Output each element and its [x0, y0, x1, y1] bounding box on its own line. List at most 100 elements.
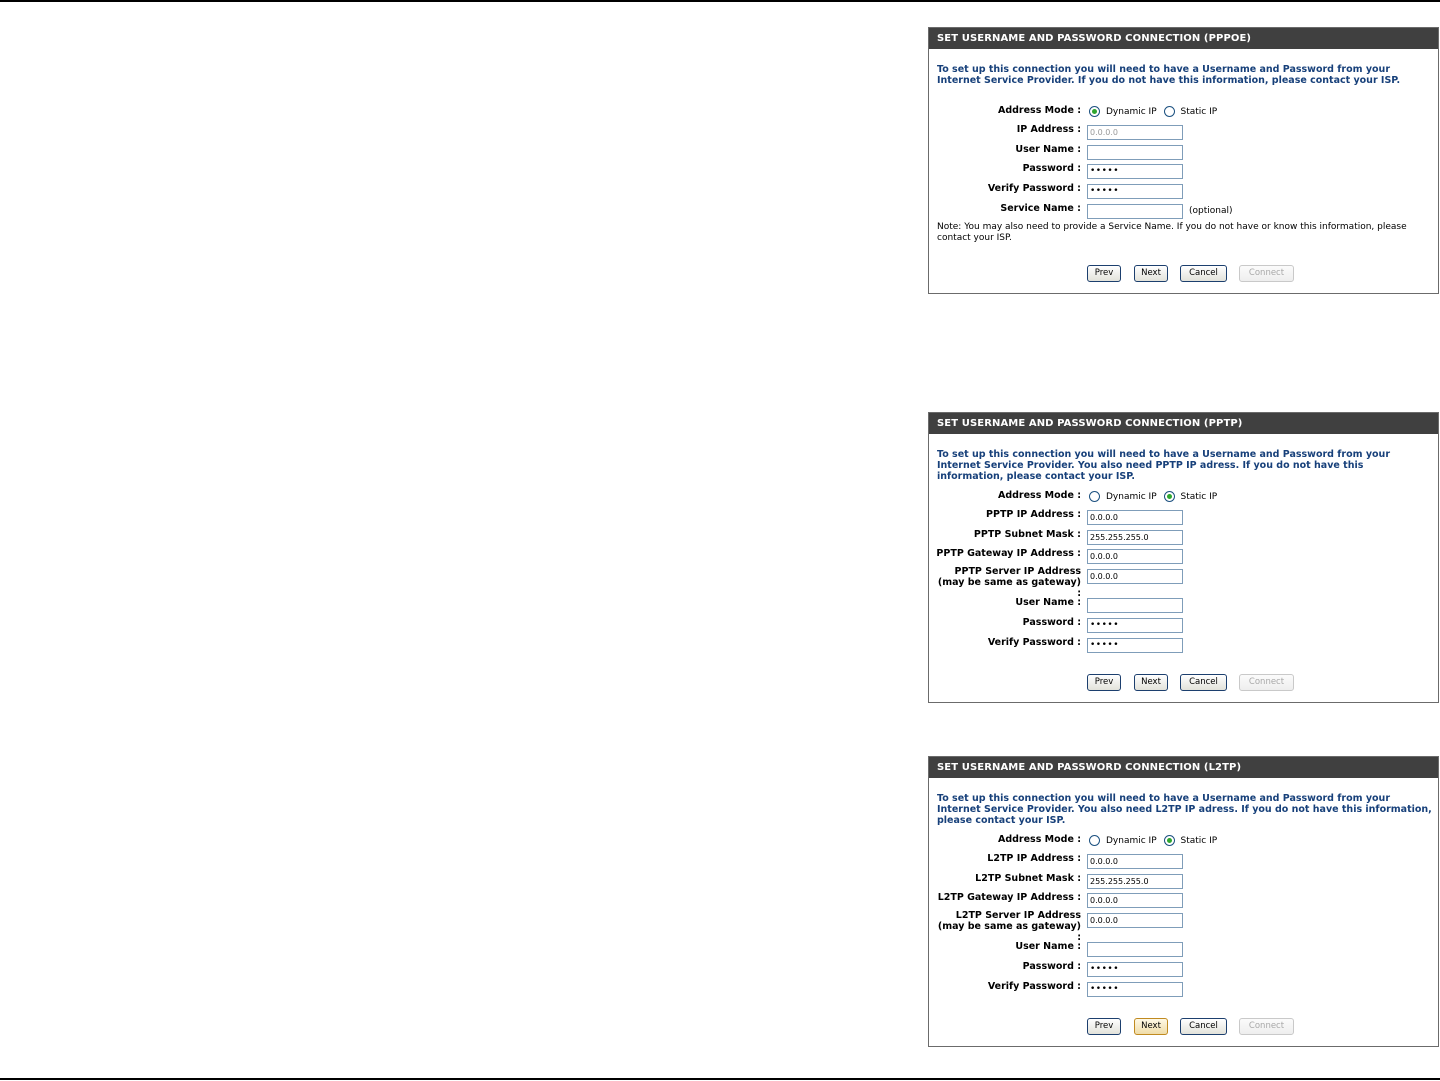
- l2tp-subnet-mask-label: L2TP Subnet Mask :: [975, 873, 1081, 884]
- prev-button[interactable]: Prev: [1087, 265, 1121, 282]
- top-rule: [0, 0, 1440, 2]
- dynamic-ip-radio[interactable]: [1089, 490, 1100, 502]
- verify-password-row: Verify Password : •••••: [929, 637, 1438, 653]
- connect-button[interactable]: Connect: [1239, 265, 1294, 282]
- user-name-input[interactable]: [1087, 942, 1183, 957]
- dynamic-ip-label: Dynamic IP: [1106, 836, 1157, 846]
- user-name-input[interactable]: [1087, 598, 1183, 613]
- password-label: Password :: [1022, 163, 1081, 174]
- address-mode-label: Address Mode :: [997, 490, 1081, 501]
- password-label: Password :: [1022, 617, 1081, 628]
- pptp-ip-address-label: PPTP IP Address :: [986, 509, 1081, 520]
- user-name-row: User Name :: [929, 941, 1438, 957]
- dynamic-ip-radio[interactable]: [1089, 105, 1100, 117]
- intro-text: To set up this connection you will need …: [937, 449, 1390, 482]
- address-mode-label: Address Mode :: [997, 834, 1081, 845]
- password-input[interactable]: •••••: [1087, 618, 1183, 633]
- pptp-server-input[interactable]: 0.0.0.0: [1087, 569, 1183, 584]
- verify-password-label: Verify Password :: [987, 183, 1081, 194]
- prev-button[interactable]: Prev: [1087, 674, 1121, 691]
- user-name-row: User Name :: [929, 144, 1438, 160]
- cancel-button[interactable]: Cancel: [1180, 674, 1227, 691]
- service-name-input[interactable]: [1087, 204, 1183, 219]
- password-input[interactable]: •••••: [1087, 164, 1183, 179]
- next-button[interactable]: Next: [1134, 674, 1168, 691]
- l2tp-server-label: L2TP Server IP Address (may be same as g…: [937, 910, 1081, 943]
- address-mode-label: Address Mode :: [997, 105, 1081, 116]
- password-label: Password :: [1022, 961, 1081, 972]
- verify-password-input[interactable]: •••••: [1087, 638, 1183, 653]
- pptp-subnet-mask-label: PPTP Subnet Mask :: [973, 529, 1081, 540]
- l2tp-server-row: L2TP Server IP Address (may be same as g…: [929, 910, 1438, 943]
- pptp-gateway-row: PPTP Gateway IP Address : 0.0.0.0: [929, 548, 1438, 564]
- ip-address-input[interactable]: 0.0.0.0: [1087, 125, 1183, 140]
- static-ip-radio[interactable]: [1163, 490, 1175, 502]
- ip-address-row: IP Address : 0.0.0.0: [929, 124, 1438, 140]
- service-name-label: Service Name :: [1000, 203, 1081, 214]
- cancel-button[interactable]: Cancel: [1180, 1018, 1227, 1035]
- panel-title: SET USERNAME AND PASSWORD CONNECTION (PP…: [929, 413, 1438, 434]
- verify-password-label: Verify Password :: [987, 637, 1081, 648]
- verify-password-row: Verify Password : •••••: [929, 981, 1438, 997]
- l2tp-ip-address-row: L2TP IP Address : 0.0.0.0: [929, 853, 1438, 869]
- dynamic-ip-label: Dynamic IP: [1106, 107, 1157, 117]
- verify-password-row: Verify Password : •••••: [929, 183, 1438, 199]
- verify-password-input[interactable]: •••••: [1087, 184, 1183, 199]
- verify-password-input[interactable]: •••••: [1087, 982, 1183, 997]
- user-name-label: User Name :: [1015, 941, 1081, 952]
- static-ip-radio[interactable]: [1163, 105, 1175, 117]
- dynamic-ip-label: Dynamic IP: [1106, 492, 1157, 502]
- user-name-label: User Name :: [1015, 144, 1081, 155]
- l2tp-ip-address-input[interactable]: 0.0.0.0: [1087, 854, 1183, 869]
- pptp-server-row: PPTP Server IP Address (may be same as g…: [929, 566, 1438, 599]
- pptp-server-label: PPTP Server IP Address (may be same as g…: [937, 566, 1081, 599]
- password-row: Password : •••••: [929, 163, 1438, 179]
- connect-button[interactable]: Connect: [1239, 674, 1294, 691]
- static-ip-label: Static IP: [1180, 492, 1218, 502]
- cancel-button[interactable]: Cancel: [1180, 265, 1227, 282]
- panel-title: SET USERNAME AND PASSWORD CONNECTION (PP…: [929, 28, 1438, 49]
- static-ip-label: Static IP: [1180, 836, 1218, 846]
- static-ip-label: Static IP: [1180, 107, 1218, 117]
- l2tp-subnet-mask-row: L2TP Subnet Mask : 255.255.255.0: [929, 873, 1438, 889]
- panel-title: SET USERNAME AND PASSWORD CONNECTION (L2…: [929, 757, 1438, 778]
- pptp-subnet-mask-row: PPTP Subnet Mask : 255.255.255.0: [929, 529, 1438, 545]
- pptp-ip-address-row: PPTP IP Address : 0.0.0.0: [929, 509, 1438, 525]
- intro-text: To set up this connection you will need …: [937, 793, 1432, 826]
- l2tp-server-input[interactable]: 0.0.0.0: [1087, 913, 1183, 928]
- password-row: Password : •••••: [929, 961, 1438, 977]
- l2tp-gateway-row: L2TP Gateway IP Address : 0.0.0.0: [929, 892, 1438, 908]
- connect-button[interactable]: Connect: [1239, 1018, 1294, 1035]
- pptp-gateway-label: PPTP Gateway IP Address :: [936, 548, 1081, 559]
- user-name-input[interactable]: [1087, 145, 1183, 160]
- l2tp-panel: SET USERNAME AND PASSWORD CONNECTION (L2…: [928, 756, 1439, 1047]
- l2tp-gateway-label: L2TP Gateway IP Address :: [937, 892, 1081, 903]
- verify-password-label: Verify Password :: [987, 981, 1081, 992]
- password-row: Password : •••••: [929, 617, 1438, 633]
- intro-text: To set up this connection you will need …: [937, 64, 1401, 86]
- prev-button[interactable]: Prev: [1087, 1018, 1121, 1035]
- bottom-rule: [0, 1078, 1440, 1080]
- pppoe-panel: SET USERNAME AND PASSWORD CONNECTION (PP…: [928, 27, 1439, 294]
- user-name-label: User Name :: [1015, 597, 1081, 608]
- password-input[interactable]: •••••: [1087, 962, 1183, 977]
- dynamic-ip-radio[interactable]: [1089, 834, 1100, 846]
- optional-hint: (optional): [1189, 206, 1233, 216]
- next-button[interactable]: Next: [1134, 1018, 1168, 1035]
- user-name-row: User Name :: [929, 597, 1438, 613]
- l2tp-gateway-input[interactable]: 0.0.0.0: [1087, 893, 1183, 908]
- pptp-ip-address-input[interactable]: 0.0.0.0: [1087, 510, 1183, 525]
- pptp-gateway-input[interactable]: 0.0.0.0: [1087, 549, 1183, 564]
- l2tp-ip-address-label: L2TP IP Address :: [987, 853, 1081, 864]
- ip-address-label: IP Address :: [1016, 124, 1081, 135]
- service-name-note: Note: You may also need to provide a Ser…: [937, 222, 1407, 243]
- address-mode-row: Address Mode : Dynamic IP Static IP: [929, 834, 1438, 850]
- l2tp-subnet-mask-input[interactable]: 255.255.255.0: [1087, 874, 1183, 889]
- pptp-panel: SET USERNAME AND PASSWORD CONNECTION (PP…: [928, 412, 1439, 703]
- address-mode-row: Address Mode : Dynamic IP Static IP: [929, 490, 1438, 506]
- static-ip-radio[interactable]: [1163, 834, 1175, 846]
- next-button[interactable]: Next: [1134, 265, 1168, 282]
- service-name-row: Service Name : (optional): [929, 203, 1438, 219]
- address-mode-row: Address Mode : Dynamic IP Static IP: [929, 105, 1438, 121]
- pptp-subnet-mask-input[interactable]: 255.255.255.0: [1087, 530, 1183, 545]
